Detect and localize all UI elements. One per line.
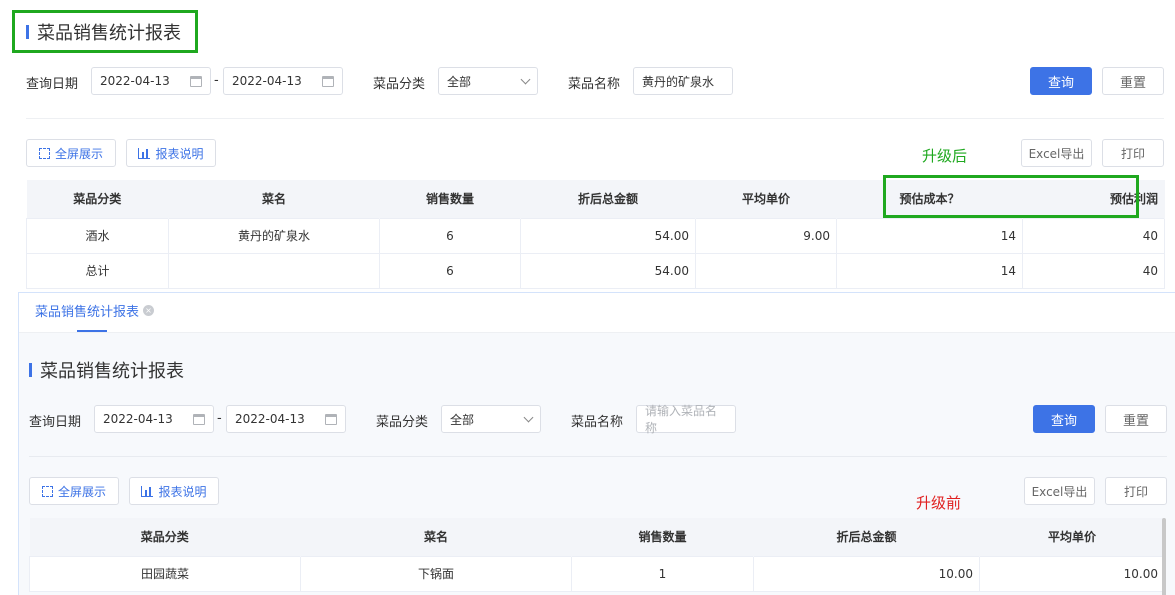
column-header[interactable]: 平均单价 (695, 180, 837, 218)
report-desc-button[interactable]: 报表说明 (126, 139, 216, 167)
table-cell: 14 (836, 217, 1023, 254)
column-header[interactable]: 菜品分类 (26, 180, 169, 218)
title-accent-bar (26, 25, 29, 39)
column-header[interactable]: 折后总金额 (753, 518, 980, 556)
table-cell: 40 (1022, 217, 1165, 254)
table-row: 田园蔬菜 下锅面 1 10.00 10.00 (29, 555, 1165, 592)
dish-name-input[interactable]: 黄丹的矿泉水 (633, 67, 733, 95)
table-cell: 6 (379, 252, 521, 289)
table-cell: 54.00 (520, 217, 696, 254)
date-to-input[interactable]: 2022-04-13 (223, 67, 343, 95)
filter-divider (26, 118, 1164, 119)
chevron-down-icon (520, 74, 531, 84)
column-header[interactable]: 菜名 (168, 180, 380, 218)
dish-name-input[interactable]: 请输入菜品名称 (636, 404, 736, 435)
fullscreen-button[interactable]: 全屏展示 (26, 139, 116, 167)
column-header[interactable]: 菜名 (300, 518, 572, 556)
tab-bar (19, 293, 1175, 333)
table-cell (168, 252, 380, 289)
excel-export-button[interactable]: Excel导出 (1021, 139, 1092, 167)
category-label: 菜品分类 (373, 77, 426, 92)
reset-button[interactable]: 重置 (1102, 67, 1164, 95)
print-button[interactable]: 打印 (1105, 477, 1167, 505)
table-cell: 黄丹的矿泉水 (168, 217, 380, 254)
calendar-icon (325, 413, 337, 425)
column-header[interactable]: 销售数量 (571, 518, 754, 556)
table-cell: 1 (571, 555, 754, 592)
dish-name-label: 菜品名称 (571, 415, 624, 430)
calendar-icon (190, 75, 202, 87)
page-title: 菜品销售统计报表 (29, 357, 184, 383)
bar-chart-icon (138, 147, 151, 159)
table-header-row: 菜品分类 菜名 销售数量 折后总金额 平均单价 (29, 518, 1165, 556)
tab-sales-report[interactable]: 菜品销售统计报表 × (35, 301, 155, 320)
query-button[interactable]: 查询 (1030, 67, 1092, 95)
table-cell: 下锅面 (300, 555, 572, 592)
table-total-row: 总计 6 54.00 14 40 (26, 252, 1165, 289)
bar-chart-icon (141, 485, 154, 497)
category-select[interactable]: 全部 (441, 405, 541, 433)
table-cell: 9.00 (695, 217, 837, 254)
calendar-icon (193, 413, 205, 425)
table-scrollbar[interactable] (1162, 518, 1166, 595)
page-title-text: 菜品销售统计报表 (37, 23, 181, 44)
table-cell (695, 252, 837, 289)
category-label: 菜品分类 (376, 415, 429, 430)
table-cell: 田园蔬菜 (29, 555, 301, 592)
report-desc-button[interactable]: 报表说明 (129, 477, 219, 505)
fullscreen-icon (41, 485, 53, 497)
tab-active-indicator (77, 330, 107, 332)
column-header[interactable]: 菜品分类 (29, 518, 301, 556)
date-from-input[interactable]: 2022-04-13 (91, 67, 211, 95)
date-separator: - (217, 411, 222, 426)
date-separator: - (214, 73, 219, 88)
reset-button[interactable]: 重置 (1105, 405, 1167, 433)
page-title: 菜品销售统计报表 (26, 19, 181, 45)
column-header[interactable]: 销售数量 (379, 180, 521, 218)
table-row: 酒水 黄丹的矿泉水 6 54.00 9.00 14 40 (26, 217, 1165, 254)
before-upgrade-panel: 菜品销售统计报表 × 菜品销售统计报表 查询日期 2022-04-13 - 20… (18, 292, 1175, 595)
date-to-input[interactable]: 2022-04-13 (226, 405, 346, 433)
date-label: 查询日期 (29, 415, 82, 430)
filter-divider (29, 456, 1167, 457)
column-header[interactable]: 折后总金额 (520, 180, 696, 218)
table-cell: 10.00 (979, 555, 1165, 592)
dish-name-label: 菜品名称 (568, 77, 621, 92)
table-cell: 40 (1022, 252, 1165, 289)
category-select[interactable]: 全部 (438, 67, 538, 95)
query-button[interactable]: 查询 (1033, 405, 1095, 433)
date-label: 查询日期 (26, 77, 79, 92)
page-title-text: 菜品销售统计报表 (40, 361, 184, 382)
annotation-after-upgrade: 升级后 (922, 147, 968, 165)
sales-table-before: 菜品分类 菜名 销售数量 折后总金额 平均单价 田园蔬菜 下锅面 1 10.00… (29, 518, 1165, 592)
table-cell: 6 (379, 217, 521, 254)
table-cell: 10.00 (753, 555, 980, 592)
table-cell: 14 (836, 252, 1023, 289)
fullscreen-button[interactable]: 全屏展示 (29, 477, 119, 505)
column-header[interactable]: 平均单价 (979, 518, 1165, 556)
annotation-before-upgrade: 升级前 (916, 494, 962, 512)
date-from-input[interactable]: 2022-04-13 (94, 405, 214, 433)
new-columns-highlight-box (883, 175, 1139, 218)
table-cell: 酒水 (26, 217, 169, 254)
fullscreen-icon (38, 147, 50, 159)
table-cell: 54.00 (520, 252, 696, 289)
chevron-down-icon (523, 412, 534, 422)
close-icon[interactable]: × (143, 305, 155, 316)
calendar-icon (322, 75, 334, 87)
print-button[interactable]: 打印 (1102, 139, 1164, 167)
table-cell: 总计 (26, 252, 169, 289)
title-accent-bar (29, 363, 32, 377)
excel-export-button[interactable]: Excel导出 (1024, 477, 1095, 505)
